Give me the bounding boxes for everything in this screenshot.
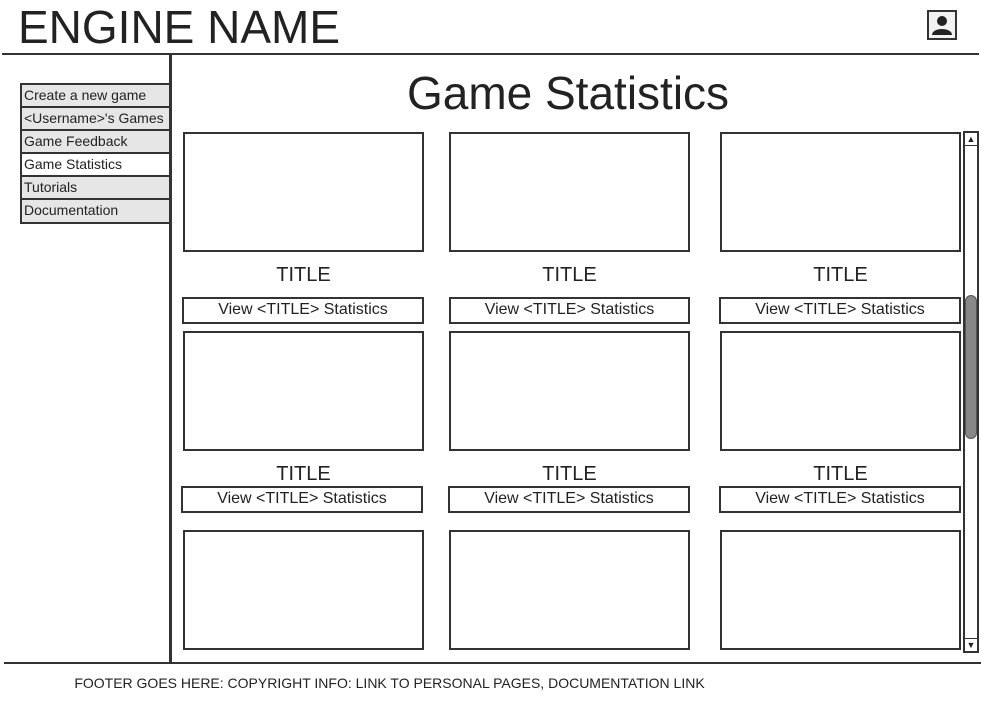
sidebar-item-game-statistics[interactable]: Game Statistics — [22, 154, 169, 177]
game-title: TITLE — [276, 264, 331, 286]
view-statistics-button[interactable]: View <TITLE> Statistics — [719, 297, 961, 324]
game-thumbnail[interactable] — [720, 132, 961, 252]
game-thumbnail[interactable] — [720, 530, 961, 650]
sidebar-item-game-feedback[interactable]: Game Feedback — [22, 131, 169, 154]
game-title: TITLE — [276, 463, 331, 485]
view-statistics-button[interactable]: View <TITLE> Statistics — [181, 486, 423, 513]
user-icon — [932, 16, 952, 35]
view-statistics-button[interactable]: View <TITLE> Statistics — [448, 486, 690, 513]
arrow-up-icon[interactable]: ▲ — [965, 133, 977, 146]
view-statistics-button[interactable]: View <TITLE> Statistics — [182, 297, 424, 324]
game-thumbnail[interactable] — [183, 132, 424, 252]
sidebar-item-create-new-game[interactable]: Create a new game — [22, 85, 169, 108]
sidebar-item-documentation[interactable]: Documentation — [22, 200, 169, 222]
view-statistics-button[interactable]: View <TITLE> Statistics — [719, 486, 961, 513]
vertical-scrollbar[interactable]: ▲ ▼ — [963, 131, 979, 653]
arrow-down-icon[interactable]: ▼ — [965, 638, 977, 651]
footer: FOOTER GOES HERE: COPYRIGHT INFO: LINK T… — [0, 675, 981, 691]
game-title: TITLE — [542, 463, 597, 485]
game-thumbnail[interactable] — [449, 132, 690, 252]
game-thumbnail[interactable] — [183, 331, 424, 451]
game-thumbnail[interactable] — [720, 331, 961, 451]
view-statistics-button[interactable]: View <TITLE> Statistics — [449, 297, 690, 324]
game-title: TITLE — [813, 264, 868, 286]
scrollbar-thumb[interactable] — [965, 295, 977, 439]
page-title: Game Statistics — [406, 67, 730, 119]
header-divider — [2, 53, 979, 55]
game-title: TITLE — [542, 264, 597, 286]
sidebar-item-tutorials[interactable]: Tutorials — [22, 177, 169, 200]
footer-divider — [4, 662, 981, 664]
footer-text: FOOTER GOES HERE: COPYRIGHT INFO: LINK T… — [74, 675, 705, 691]
game-thumbnail[interactable] — [449, 331, 690, 451]
game-title: TITLE — [813, 463, 868, 485]
game-thumbnail[interactable] — [183, 530, 424, 650]
engine-name-title: ENGINE NAME — [18, 1, 341, 53]
profile-button[interactable] — [927, 10, 957, 40]
sidebar-item-my-games[interactable]: <Username>'s Games — [22, 108, 169, 131]
game-thumbnail[interactable] — [449, 530, 690, 650]
sidebar-nav: Create a new game <Username>'s Games Gam… — [20, 83, 171, 224]
